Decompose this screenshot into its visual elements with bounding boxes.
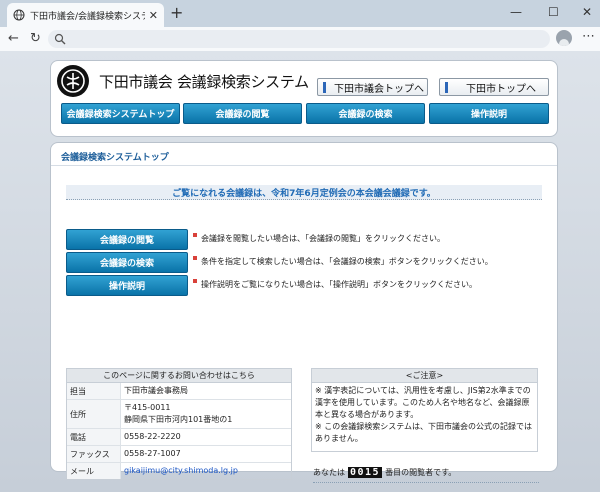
nav-browse[interactable]: 会議録の閲覧 — [183, 103, 302, 124]
profile-icon[interactable] — [556, 30, 572, 46]
search-button-label: 会議録の検索 — [99, 259, 154, 269]
counter-prefix: あなたは — [313, 468, 345, 477]
back-arrow-icon[interactable]: ← — [8, 31, 19, 47]
contact-row: 電話 0558-22-2220 — [67, 429, 291, 446]
browser-tab-bar: 下田市議会/会議録検索システム ✕ + — ☐ ✕ — [0, 0, 600, 27]
help-button-label: 操作説明 — [108, 282, 145, 292]
visitor-counter: あなたは 0015 番目の閲覧者です。 — [313, 463, 539, 483]
contact-label: メール — [67, 463, 121, 479]
browse-button-label: 会議録の閲覧 — [99, 236, 154, 246]
counter-suffix: 番目の閲覧者です。 — [385, 468, 457, 477]
nav-browse-label: 会議録の閲覧 — [215, 110, 270, 120]
close-window-button[interactable]: ✕ — [582, 5, 592, 19]
nav-help-label: 操作説明 — [470, 110, 507, 120]
city-top-link-label: 下田市トップへ — [466, 83, 536, 95]
bullet-marker-icon — [193, 233, 197, 237]
section-divider — [51, 165, 557, 166]
caution-heading: <ご注意> — [312, 369, 537, 383]
contact-label: 住所 — [67, 400, 121, 428]
contact-value: 下田市議会事務局 — [124, 386, 188, 395]
contact-value: 0558-27-1007 — [124, 449, 181, 458]
more-menu-icon[interactable]: ⋯ — [582, 29, 595, 44]
link-marker-icon — [323, 81, 326, 93]
contact-value: 0558-22-2220 — [124, 432, 181, 441]
nav-system-top-label: 会議録検索システムトップ — [66, 110, 175, 120]
site-logo — [57, 65, 89, 97]
section-title: 会議録検索システムトップ — [61, 153, 169, 163]
nav-search[interactable]: 会議録の検索 — [306, 103, 425, 124]
caution-text: ※ 漢字表記については、汎用性を考慮し、JIS第2水準までの漢字を使用しています… — [315, 386, 533, 443]
contact-row: ファックス 0558-27-1007 — [67, 446, 291, 463]
contact-row: 担当 下田市議会事務局 — [67, 383, 291, 400]
contact-table: このページに関するお問い合わせはこちら 担当 下田市議会事務局 住所 〒415-… — [66, 368, 292, 480]
contact-row: メール gikaijimu@city.shimoda.lg.jp — [67, 463, 291, 479]
assembly-top-link-label: 下田市議会トップへ — [334, 83, 424, 95]
url-input[interactable] — [48, 30, 550, 48]
search-icon — [54, 33, 66, 45]
contact-value: 〒415-0011 静岡県下田市河内101番地の1 — [124, 403, 233, 424]
nav-help[interactable]: 操作説明 — [429, 103, 549, 124]
caution-box: <ご注意> ※ 漢字表記については、汎用性を考慮し、JIS第2水準までの漢字を使… — [311, 368, 538, 452]
tab-title: 下田市議会/会議録検索システム — [30, 11, 145, 22]
notice-banner: ご覧になれる会議録は、令和7年6月定例会の本会議会議録です。 — [66, 185, 542, 200]
reload-icon[interactable]: ↻ — [30, 31, 41, 47]
help-button[interactable]: 操作説明 — [66, 275, 188, 296]
contact-heading: このページに関するお問い合わせはこちら — [67, 369, 291, 383]
bullet-marker-icon — [193, 256, 197, 260]
help-description: 操作説明をご覧になりたい場合は、「操作説明」ボタンをクリックください。 — [201, 280, 477, 289]
browse-description: 会議録を閲覧したい場合は、「会議録の閲覧」をクリックください。 — [201, 234, 445, 243]
contact-label: 担当 — [67, 383, 121, 399]
counter-number: 0015 — [348, 467, 383, 478]
contact-label: ファックス — [67, 446, 121, 462]
tab-close-icon[interactable]: ✕ — [149, 9, 158, 22]
assembly-top-link[interactable]: 下田市議会トップへ — [317, 78, 428, 96]
globe-icon — [13, 9, 25, 21]
address-bar: ← ↻ ⋯ — [0, 27, 600, 51]
site-title: 下田市議会 会議録検索システム — [99, 73, 309, 91]
email-link[interactable]: gikaijimu@city.shimoda.lg.jp — [121, 463, 291, 479]
search-description: 条件を指定して検索したい場合は、「会議録の検索」ボタンをクリックください。 — [201, 257, 493, 266]
search-button[interactable]: 会議録の検索 — [66, 252, 188, 273]
minimize-button[interactable]: — — [510, 5, 522, 19]
browse-button[interactable]: 会議録の閲覧 — [66, 229, 188, 250]
nav-search-label: 会議録の検索 — [338, 110, 393, 120]
new-tab-button[interactable]: + — [170, 5, 183, 21]
browser-tab[interactable]: 下田市議会/会議録検索システム ✕ — [7, 3, 164, 27]
bullet-marker-icon — [193, 279, 197, 283]
city-top-link[interactable]: 下田市トップへ — [439, 78, 549, 96]
page-viewport: 下田市議会 会議録検索システム 下田市議会トップへ 下田市トップへ 会議録検索シ… — [0, 51, 600, 492]
main-content: 会議録検索システムトップ ご覧になれる会議録は、令和7年6月定例会の本会議会議録… — [50, 142, 558, 483]
link-marker-icon — [445, 81, 448, 93]
site-header: 下田市議会 会議録検索システム 下田市議会トップへ 下田市トップへ 会議録検索シ… — [50, 60, 558, 137]
maximize-button[interactable]: ☐ — [548, 5, 559, 19]
nav-system-top[interactable]: 会議録検索システムトップ — [61, 103, 180, 124]
contact-row: 住所 〒415-0011 静岡県下田市河内101番地の1 — [67, 400, 291, 429]
contact-label: 電話 — [67, 429, 121, 445]
